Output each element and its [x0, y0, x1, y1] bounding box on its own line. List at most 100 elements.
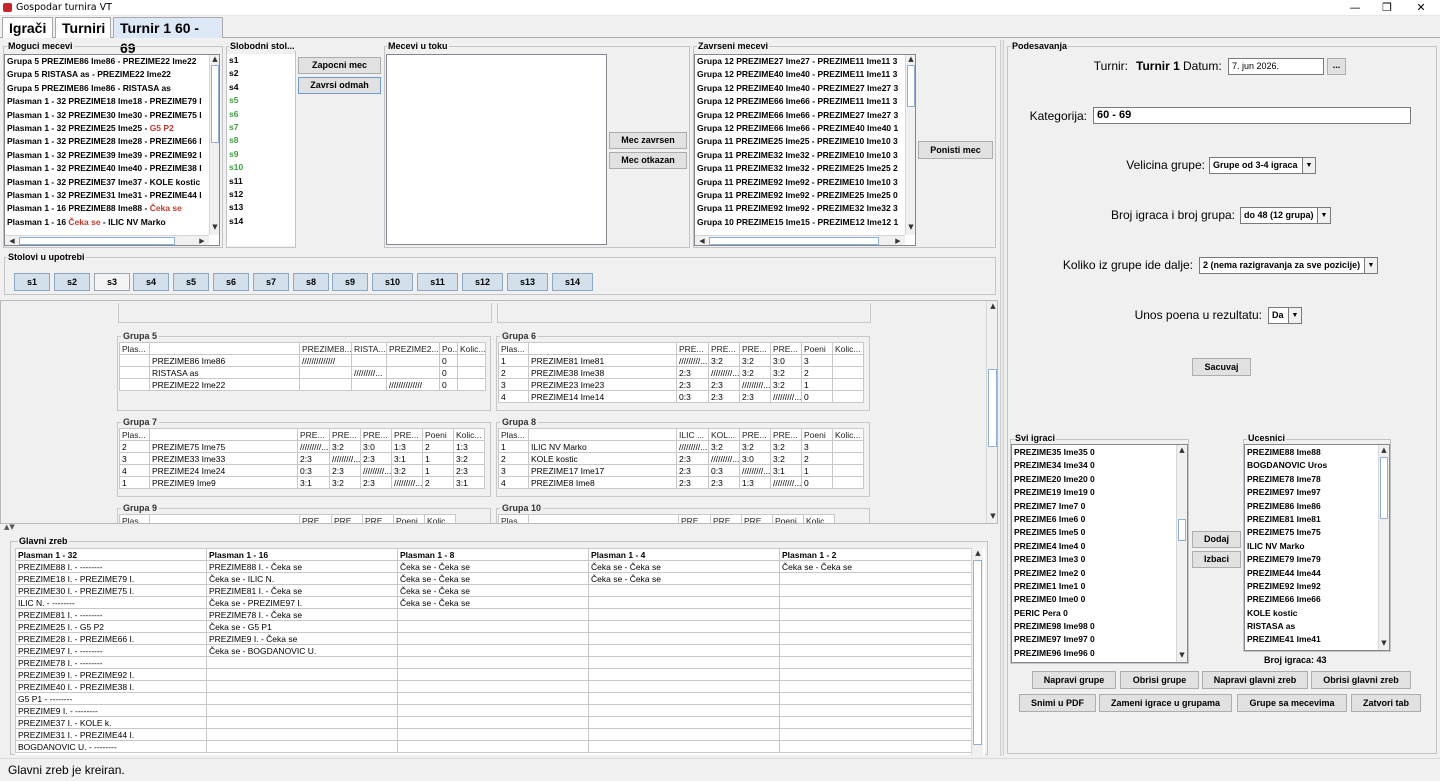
- list-item[interactable]: Plasman 1 - 32 PREZIME30 Ime30 - PREZIME…: [5, 109, 208, 122]
- snimi-u-pdf-button[interactable]: Snimi u PDF: [1019, 694, 1096, 712]
- mec-otkazan-button[interactable]: Mec otkazan: [609, 152, 687, 169]
- zreb-cell[interactable]: [779, 596, 972, 609]
- group-header-cell[interactable]: PRE...: [297, 428, 330, 441]
- group-header-cell[interactable]: PRE...: [329, 428, 361, 441]
- group-header-cell[interactable]: PRE...: [362, 514, 394, 523]
- zreb-cell[interactable]: PREZIME9 I. - Čeka se: [206, 632, 398, 645]
- moguci-hscroll[interactable]: ◀ ▶: [5, 235, 209, 245]
- table-row[interactable]: PREZIME31 I. - PREZIME44 I.: [15, 728, 972, 741]
- table-row[interactable]: PREZIME9 I. - --------: [15, 704, 972, 717]
- table-row[interactable]: PREZIME30 I. - PREZIME75 I. PREZIME81 I. …: [15, 584, 972, 597]
- player-item[interactable]: PREZIME5 Ime5 0: [1012, 526, 1176, 539]
- list-item[interactable]: Grupa 12 PREZIME66 Ime66 - PREZIME11 Ime…: [695, 95, 904, 108]
- scroll-thumb[interactable]: [907, 65, 915, 107]
- group-row[interactable]: 3 PREZIME33 Ime33 2:3/////////... 2:3 3:1 1 3:…: [119, 452, 485, 465]
- group-row[interactable]: 3 PREZIME17 Ime17 2:3 0:3/////////... 3:1 1: [498, 464, 864, 477]
- zreb-cell[interactable]: Čeka se - BOGDANOVIC U.: [206, 644, 398, 657]
- group-header-cell[interactable]: Kolic...: [457, 342, 486, 355]
- zameni-igrace-button[interactable]: Zameni igrace u grupama: [1099, 694, 1232, 712]
- zreb-cell[interactable]: [779, 620, 972, 633]
- scroll-thumb[interactable]: [19, 237, 175, 245]
- player-item[interactable]: PREZIME0 Ime0 0: [1012, 593, 1176, 606]
- group-header-cell[interactable]: PRE...: [741, 514, 773, 523]
- participant-item[interactable]: PREZIME41 Ime41: [1245, 633, 1378, 646]
- player-item[interactable]: PREZIME7 Ime7 0: [1012, 500, 1176, 513]
- group-header-cell[interactable]: PRE...: [299, 514, 332, 523]
- slobodni-sto-item[interactable]: s4: [227, 81, 295, 94]
- zreb-cell[interactable]: [588, 680, 780, 693]
- zreb-cell[interactable]: [588, 608, 780, 621]
- group-row[interactable]: 2 PREZIME38 Ime38 2:3/////////... 3:2 3:2 2: [498, 366, 864, 379]
- group-header-cell[interactable]: Kolic...: [832, 428, 864, 441]
- obrisi-glavni-zreb-button[interactable]: Obrisi glavni zreb: [1311, 671, 1411, 689]
- zreb-cell[interactable]: PREZIME97 I. - --------: [15, 644, 207, 657]
- scroll-up-icon[interactable]: ▲: [988, 302, 997, 311]
- group-header-cell[interactable]: Kolic...: [453, 428, 485, 441]
- participant-item[interactable]: PREZIME86 Ime86: [1245, 500, 1378, 513]
- group-header-cell[interactable]: PREZIME8...: [299, 342, 352, 355]
- zapocni-mec-button[interactable]: Zapocni mec: [298, 57, 381, 74]
- group-header-cell[interactable]: KOL...: [708, 428, 740, 441]
- table-button-s6[interactable]: s6: [213, 273, 249, 291]
- zreb-cell[interactable]: PREZIME39 I. - PREZIME92 I.: [15, 668, 207, 681]
- zreb-cell[interactable]: [779, 632, 972, 645]
- table-row[interactable]: G5 P1 - --------: [15, 692, 972, 705]
- group-header-cell[interactable]: PRE...: [360, 428, 392, 441]
- table-row[interactable]: BOGDANOVIC U. - --------: [15, 740, 972, 753]
- table-row[interactable]: PREZIME18 I. - PREZIME79 I. Čeka se - ILI…: [15, 572, 972, 585]
- slobodni-sto-item[interactable]: s11: [227, 175, 295, 188]
- group-header-cell[interactable]: Plas...: [498, 342, 529, 355]
- zreb-cell[interactable]: Čeka se - PREZIME97 I.: [206, 596, 398, 609]
- group-header-cell[interactable]: [528, 428, 677, 441]
- zavrsi-odmah-button[interactable]: Zavrsi odmah: [298, 77, 381, 94]
- list-item[interactable]: Grupa 11 PREZIME32 Ime32 - PREZIME25 Ime…: [695, 162, 904, 175]
- zreb-cell[interactable]: Čeka se - Čeka se: [397, 560, 589, 573]
- napravi-grupe-button[interactable]: Napravi grupe: [1032, 671, 1116, 689]
- group-header-cell[interactable]: RISTA...: [351, 342, 387, 355]
- zreb-cell[interactable]: [588, 632, 780, 645]
- moguci-vscroll[interactable]: ▲ ▼: [209, 55, 219, 235]
- participant-item[interactable]: ILIC NV Marko: [1245, 540, 1378, 553]
- player-item[interactable]: PREZIME2 Ime2 0: [1012, 567, 1176, 580]
- scroll-thumb[interactable]: [988, 369, 997, 447]
- scroll-up-icon[interactable]: ▲: [1177, 446, 1187, 455]
- participant-item[interactable]: PREZIME78 Ime78: [1245, 473, 1378, 486]
- player-item[interactable]: PREZIME35 Ime35 0: [1012, 446, 1176, 459]
- group-header-cell[interactable]: PREZIME2...: [386, 342, 440, 355]
- group-header-cell[interactable]: Kolic...: [424, 514, 456, 523]
- zreb-cell[interactable]: ILIC N. - --------: [15, 596, 207, 609]
- table-row[interactable]: PREZIME97 I. - -------- Čeka se - BOGDANO…: [15, 644, 972, 657]
- zreb-cell[interactable]: [397, 680, 589, 693]
- participant-item[interactable]: PREZIME44 Ime44: [1245, 567, 1378, 580]
- scroll-right-icon[interactable]: ▶: [197, 237, 207, 245]
- zreb-cell[interactable]: PREZIME30 I. - PREZIME75 I.: [15, 584, 207, 597]
- zreb-cell[interactable]: [588, 644, 780, 657]
- group-header-cell[interactable]: PRE...: [770, 342, 802, 355]
- zreb-cell[interactable]: [397, 620, 589, 633]
- zreb-header-cell[interactable]: Plasman 1 - 2: [779, 548, 972, 561]
- table-button-s5[interactable]: s5: [173, 273, 209, 291]
- maximize-button[interactable]: ❐: [1370, 0, 1404, 16]
- zreb-cell[interactable]: [779, 572, 972, 585]
- unos-poena-select[interactable]: Da ▼: [1268, 307, 1302, 324]
- group-row[interactable]: 4 PREZIME8 Ime8 2:3 2:3 1:3/////////... 0: [498, 476, 864, 489]
- split-divider[interactable]: [1000, 40, 1004, 756]
- zreb-cell[interactable]: [397, 716, 589, 729]
- zreb-cell[interactable]: PREZIME40 I. - PREZIME38 I.: [15, 680, 207, 693]
- slobodni-stolovi-list[interactable]: s1 s2 s4 s5 s6 s7 s8 s9 s10 s11 s12 s13 s14: [227, 54, 295, 246]
- player-item[interactable]: PREZIME20 Ime20 0: [1012, 473, 1176, 486]
- group-header-cell[interactable]: [149, 342, 300, 355]
- list-item[interactable]: Grupa 11 PREZIME92 Ime92 - PREZIME10 Ime…: [695, 176, 904, 189]
- zreb-cell[interactable]: [206, 704, 398, 717]
- group-header-cell[interactable]: Poeni: [422, 428, 454, 441]
- zreb-cell[interactable]: [397, 728, 589, 741]
- scroll-up-icon[interactable]: ▲: [1379, 446, 1389, 455]
- group-header-cell[interactable]: PRE...: [739, 342, 771, 355]
- zreb-cell[interactable]: [206, 728, 398, 741]
- slobodni-sto-item[interactable]: s1: [227, 54, 295, 67]
- scroll-up-icon[interactable]: ▲: [973, 549, 983, 558]
- scroll-up-icon[interactable]: ▲: [906, 55, 915, 64]
- group-header-cell[interactable]: PRE...: [391, 428, 423, 441]
- list-item[interactable]: Grupa 11 PREZIME32 Ime32 - PREZIME10 Ime…: [695, 149, 904, 162]
- zreb-header-cell[interactable]: Plasman 1 - 16: [206, 548, 398, 561]
